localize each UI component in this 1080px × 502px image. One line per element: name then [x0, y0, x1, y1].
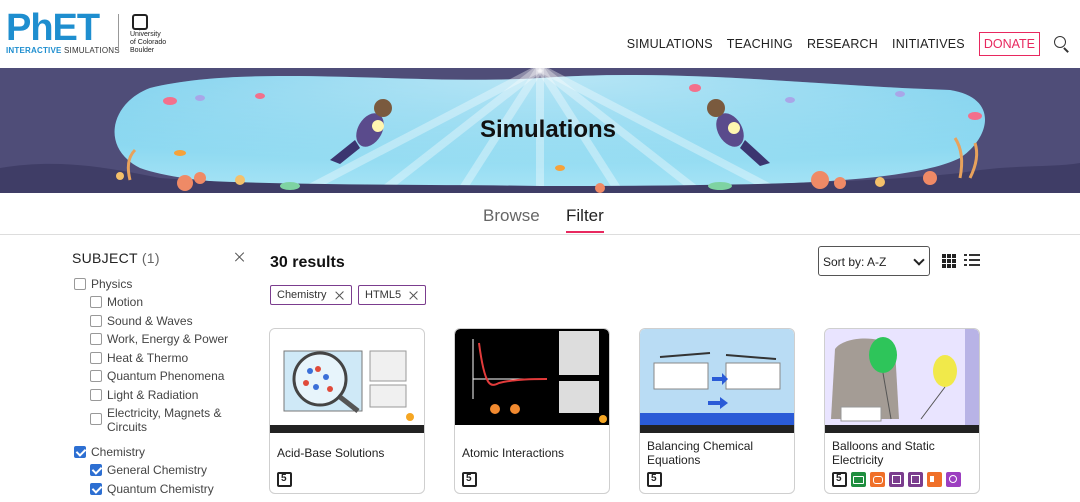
active-tab-indicator	[566, 231, 604, 233]
remove-chip-close-icon[interactable]	[335, 290, 345, 300]
checkbox-light-radiation[interactable]	[90, 389, 102, 401]
filter-chip-html5[interactable]: HTML5	[358, 285, 427, 305]
results-count: 30 results	[270, 254, 345, 271]
sim-card-title[interactable]: Balancing Chemical Equations	[647, 439, 789, 467]
interactive-description-icon	[870, 472, 885, 487]
keyboard-icon	[851, 472, 866, 487]
nav-research[interactable]: RESEARCH	[807, 37, 878, 51]
sim-card-balloons-static-electricity[interactable]: Balloons and Static Electricity	[824, 328, 980, 494]
sim-thumbnail[interactable]	[455, 329, 609, 433]
sim-thumbnail[interactable]	[825, 329, 979, 433]
filter-item-motion[interactable]: Motion	[107, 295, 143, 309]
logo-wordmark: PhET	[6, 7, 100, 49]
clear-subject-close-icon[interactable]	[234, 251, 246, 263]
filter-chip-chemistry[interactable]: Chemistry	[270, 285, 352, 305]
subject-filter-heading[interactable]: SUBJECT (1)	[72, 250, 160, 266]
filter-item-quantum-chemistry[interactable]: Quantum Chemistry	[107, 482, 214, 496]
chip-label: HTML5	[365, 289, 402, 301]
subject-heading-count: (1)	[141, 250, 160, 266]
html5-icon	[462, 472, 477, 487]
grid-view-icon[interactable]	[942, 254, 956, 268]
sim-card-balancing-chemical-equations[interactable]: Balancing Chemical Equations	[639, 328, 795, 494]
logo-divider	[118, 14, 119, 52]
chevron-down-icon	[913, 254, 925, 266]
checkbox-work-energy-power[interactable]	[90, 333, 102, 345]
checkbox-chemistry[interactable]	[74, 446, 86, 458]
filter-item-general-chemistry[interactable]: General Chemistry	[107, 463, 207, 477]
checkbox-electricity-magnets-circuits[interactable]	[90, 413, 102, 425]
filter-item-electricity-magnets-circuits[interactable]: Electricity, Magnets & Circuits	[107, 406, 237, 434]
sim-card-title[interactable]: Atomic Interactions	[462, 446, 604, 460]
nav-teaching[interactable]: TEACHING	[727, 37, 793, 51]
checkbox-quantum-phenomena[interactable]	[90, 370, 102, 382]
feature-icons	[832, 472, 965, 488]
filter-item-sound-waves[interactable]: Sound & Waves	[107, 314, 193, 328]
main-nav: SIMULATIONS TEACHING RESEARCH INITIATIVE…	[627, 32, 1070, 56]
site-header: PhET INTERACTIVE SIMULATIONS University …	[0, 0, 1080, 68]
nav-simulations[interactable]: SIMULATIONS	[627, 37, 713, 51]
checkbox-heat-thermo[interactable]	[90, 352, 102, 364]
html5-icon	[647, 472, 662, 487]
feature-icons	[462, 472, 481, 488]
sound-icon	[927, 472, 942, 487]
sim-card-atomic-interactions[interactable]: Atomic Interactions	[454, 328, 610, 494]
checkbox-quantum-chemistry[interactable]	[90, 483, 102, 495]
filter-item-heat-thermo[interactable]: Heat & Thermo	[107, 351, 188, 365]
list-view-icon[interactable]	[964, 254, 980, 267]
logo-sub-rest: SIMULATIONS	[63, 46, 120, 55]
filter-item-chemistry[interactable]: Chemistry	[91, 445, 145, 459]
feature-icons	[277, 472, 296, 488]
sort-select[interactable]: Sort by: A-Z	[818, 246, 930, 276]
phet-logo[interactable]: PhET INTERACTIVE SIMULATIONS	[6, 7, 120, 56]
checkbox-motion[interactable]	[90, 296, 102, 308]
view-tabs: Browse Filter	[0, 193, 1080, 235]
sim-thumbnail[interactable]	[640, 329, 794, 433]
cu-mark-icon	[132, 14, 148, 30]
page-title: Simulations	[479, 116, 617, 143]
cu-boulder-logo[interactable]: University of Colorado Boulder	[130, 14, 178, 58]
chip-label: Chemistry	[277, 289, 327, 301]
tab-filter[interactable]: Filter	[566, 206, 604, 226]
logo-sub-bold: INTERACTIVE	[6, 46, 62, 55]
subject-heading-label: SUBJECT	[72, 250, 138, 266]
html5-icon	[832, 472, 847, 487]
search-icon[interactable]	[1054, 36, 1070, 53]
zoom-icon	[946, 472, 961, 487]
nav-initiatives[interactable]: INITIATIVES	[892, 37, 965, 51]
filter-item-quantum-phenomena[interactable]: Quantum Phenomena	[107, 369, 224, 383]
feature-icons	[647, 472, 666, 488]
interactive-icon	[908, 472, 923, 487]
checkbox-sound-waves[interactable]	[90, 315, 102, 327]
html5-icon	[277, 472, 292, 487]
sim-thumbnail[interactable]	[270, 329, 424, 433]
filter-item-light-radiation[interactable]: Light & Radiation	[107, 388, 198, 402]
filter-item-physics[interactable]: Physics	[91, 277, 132, 291]
sort-select-value: Sort by: A-Z	[823, 255, 887, 269]
sim-card-acid-base-solutions[interactable]: Acid-Base Solutions	[269, 328, 425, 494]
cu-boulder-text: University of Colorado Boulder	[130, 31, 167, 54]
logo-subtitle: INTERACTIVE SIMULATIONS	[6, 46, 120, 55]
sim-card-title[interactable]: Balloons and Static Electricity	[832, 439, 974, 467]
tab-browse[interactable]: Browse	[483, 206, 540, 226]
checkbox-physics[interactable]	[74, 278, 86, 290]
sim-card-title[interactable]: Acid-Base Solutions	[277, 446, 419, 460]
checkbox-general-chemistry[interactable]	[90, 464, 102, 476]
donate-button[interactable]: DONATE	[978, 32, 1040, 56]
voicing-icon	[889, 472, 904, 487]
remove-chip-close-icon[interactable]	[409, 290, 419, 300]
hero-banner: Simulations	[0, 68, 1080, 193]
filter-item-work-energy-power[interactable]: Work, Energy & Power	[107, 332, 228, 346]
